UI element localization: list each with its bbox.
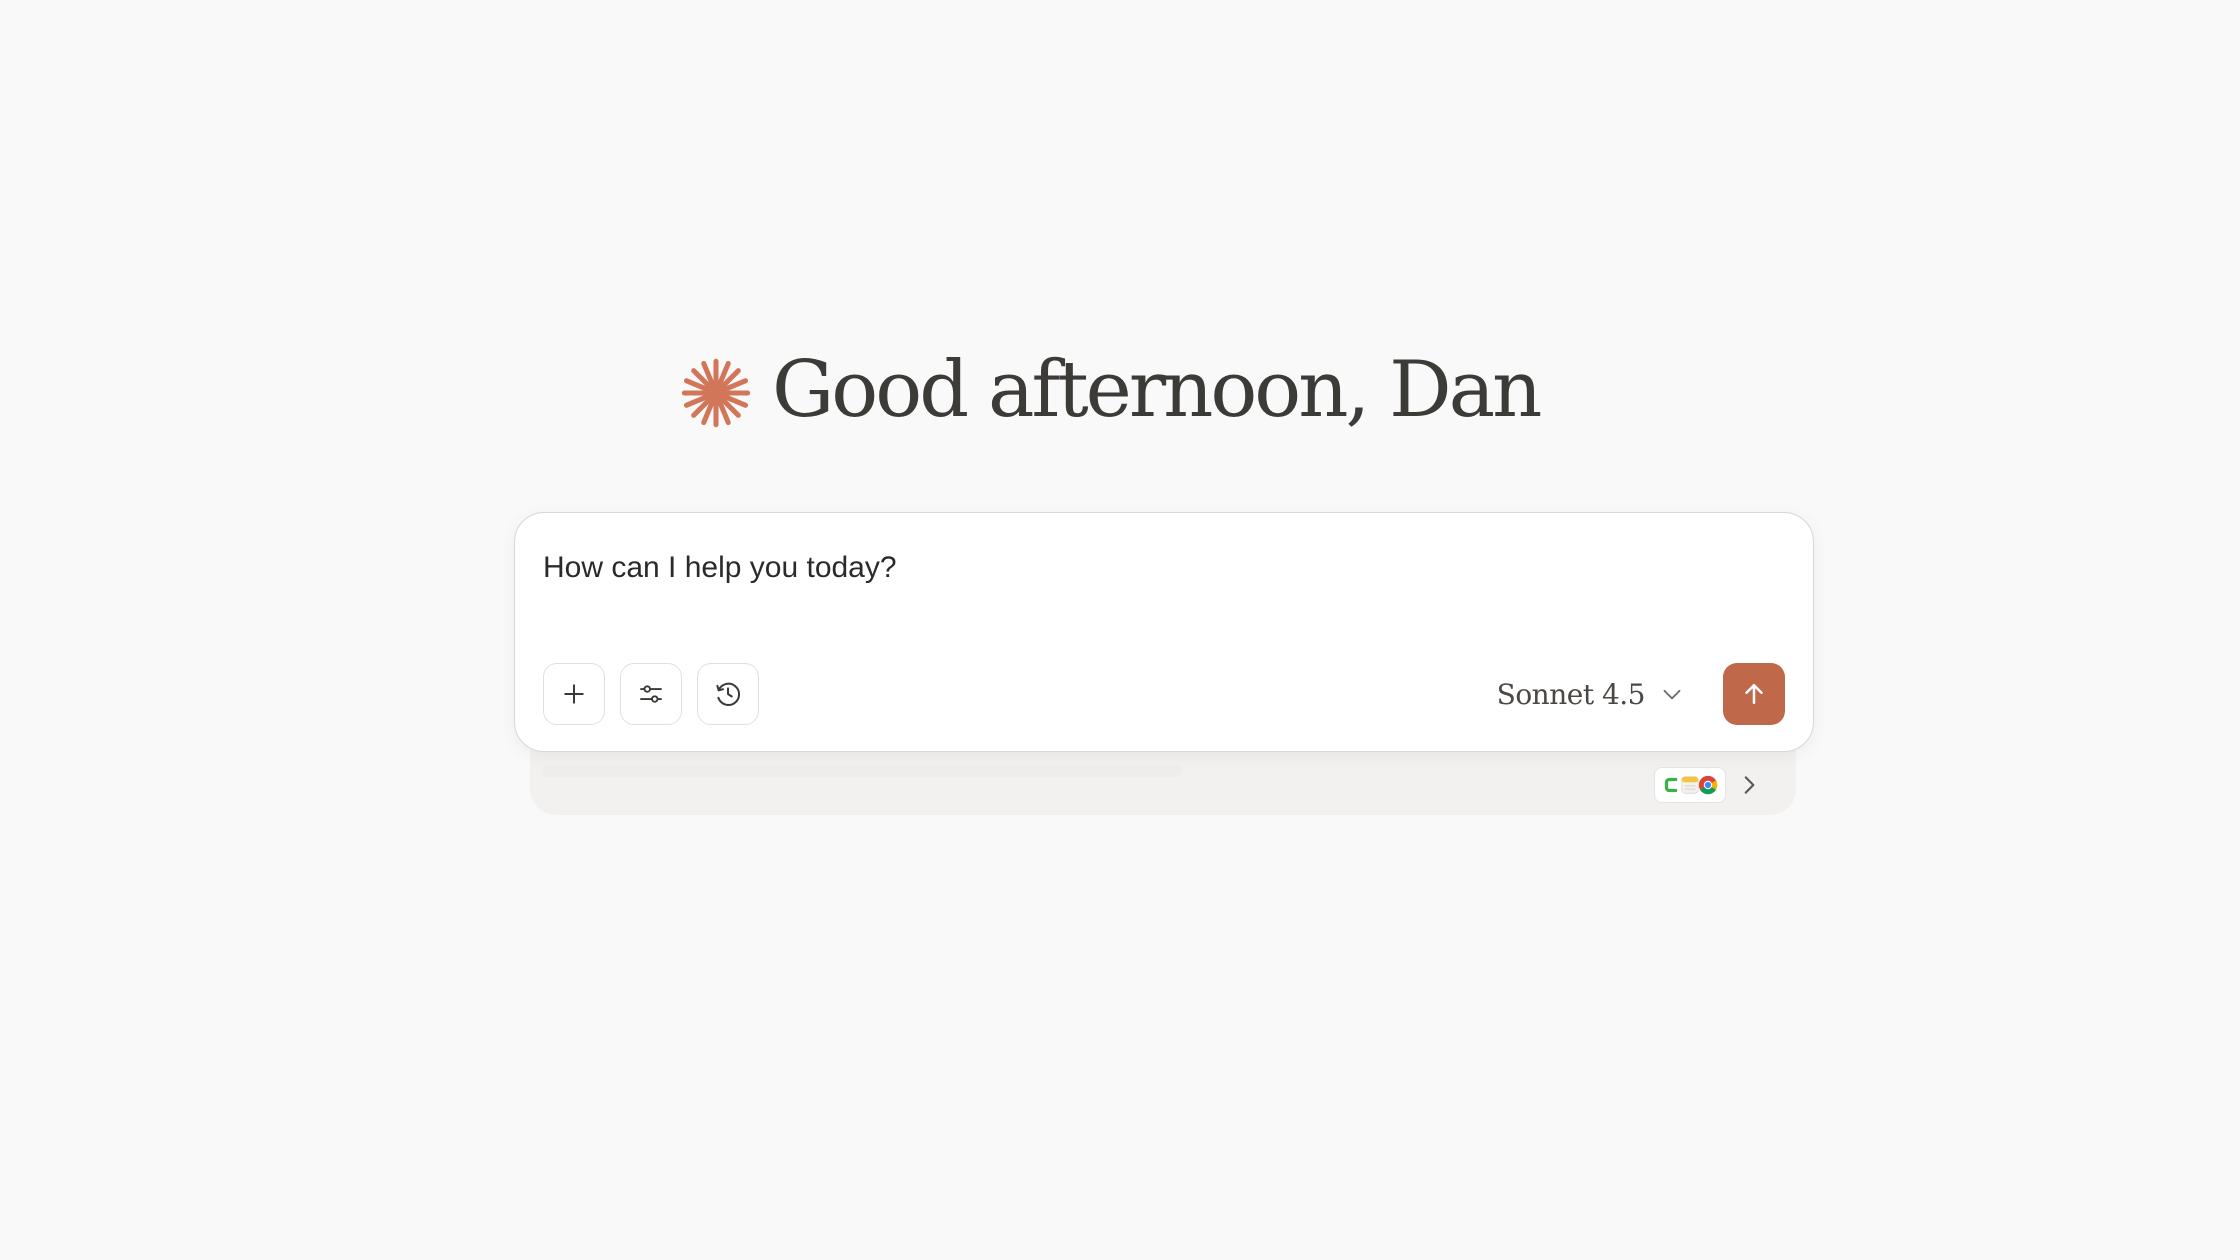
arrow-up-icon [1745, 684, 1763, 704]
connected-apps-stack[interactable] [1654, 767, 1726, 803]
spark-icon [681, 358, 751, 428]
model-selector[interactable]: Sonnet 4.5 [1497, 669, 1685, 719]
send-button[interactable] [1723, 663, 1785, 725]
settings-button[interactable] [620, 663, 682, 725]
chevron-down-icon [1663, 689, 1681, 700]
chevron-right-icon[interactable] [1736, 772, 1762, 798]
sliders-icon [640, 685, 662, 703]
connected-apps[interactable] [1654, 767, 1762, 803]
add-attachment-button[interactable] [543, 663, 605, 725]
plus-icon [564, 684, 584, 704]
composer: Sonnet 4.5 [514, 512, 1814, 752]
prompt-input[interactable] [543, 543, 1773, 593]
clock-icon [716, 682, 741, 706]
greeting: Good afternoon, Dan [680, 330, 1542, 450]
tray-placeholder-bar [542, 765, 1182, 777]
history-button[interactable] [697, 663, 759, 725]
model-label: Sonnet 4.5 [1496, 677, 1646, 711]
chrome-icon [1698, 775, 1718, 795]
page: { "greeting": { "text": "Good afternoon,… [0, 0, 2240, 1260]
greeting-text: Good afternoon, Dan [772, 345, 1542, 435]
